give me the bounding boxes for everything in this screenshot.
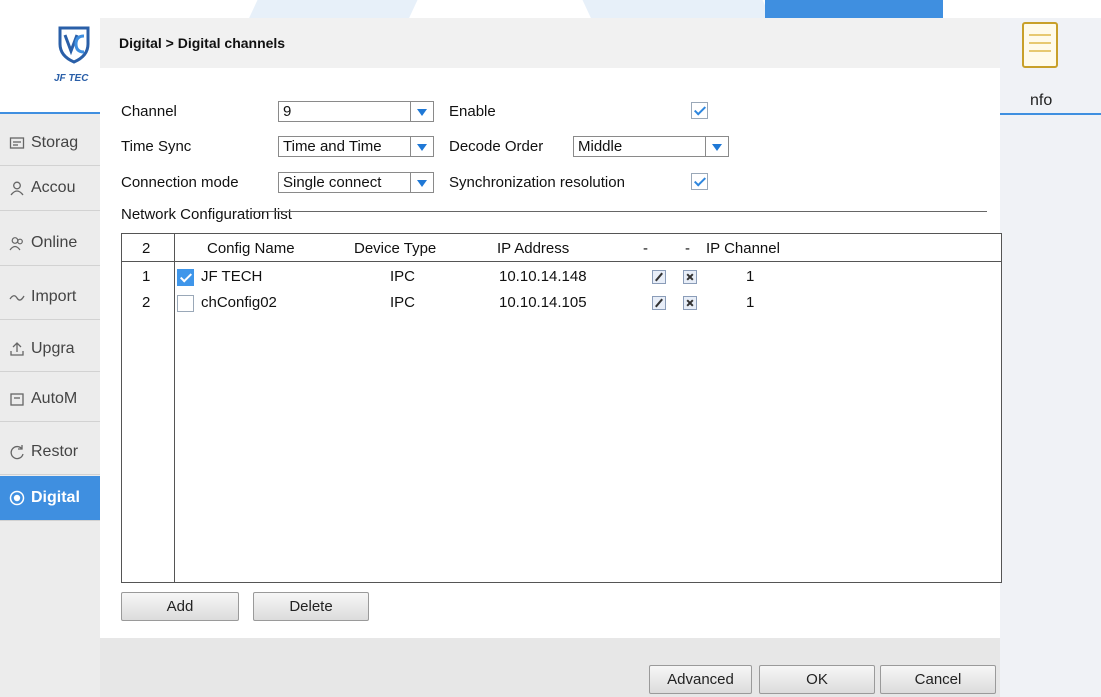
digital-icon — [9, 490, 25, 506]
time-sync-value: Time and Time — [283, 138, 382, 155]
row-device-type: IPC — [390, 268, 416, 285]
chevron-down-icon[interactable] — [410, 137, 433, 156]
sidebar-item-upgrade[interactable]: Upgra — [0, 327, 100, 372]
dialog-title-bar: Digital > Digital channels — [100, 18, 1000, 68]
row-checkbox[interactable] — [177, 269, 194, 286]
dialog-title: Digital > Digital channels — [119, 35, 286, 51]
channel-label: Channel — [121, 103, 177, 120]
enable-checkbox[interactable] — [691, 102, 708, 119]
right-panel-label: nfo — [1030, 92, 1053, 109]
row-config-name: JF TECH — [201, 268, 263, 285]
chevron-down-icon[interactable] — [410, 102, 433, 121]
time-sync-select[interactable]: Time and Time — [278, 136, 434, 157]
table-count-header: 2 — [142, 240, 151, 257]
sidebar-item-label: Online — [31, 234, 78, 251]
connection-mode-select[interactable]: Single connect — [278, 172, 434, 193]
info-document-icon[interactable] — [1022, 22, 1058, 68]
sidebar-item-automaintain[interactable]: AutoM — [0, 377, 100, 422]
sidebar-item-label: Upgra — [31, 340, 75, 357]
add-button[interactable]: Add — [121, 592, 239, 621]
sidebar: JF TEC Storag Accou Online Import Upgra … — [0, 0, 100, 697]
cancel-button[interactable]: Cancel — [880, 665, 996, 694]
sidebar-item-label: Import — [31, 288, 77, 305]
decode-order-label: Decode Order — [449, 138, 544, 155]
edit-icon[interactable] — [652, 270, 666, 284]
row-checkbox[interactable] — [177, 295, 194, 312]
delete-icon[interactable] — [683, 270, 697, 284]
connection-mode-value: Single connect — [283, 174, 382, 191]
sidebar-item-label: AutoM — [31, 390, 78, 407]
restore-icon — [10, 445, 24, 460]
edit-icon[interactable] — [652, 296, 666, 310]
row-ip-address: 10.10.14.105 — [499, 294, 587, 311]
ip-address-header[interactable]: IP Address — [497, 240, 569, 257]
row-ip-address: 10.10.14.148 — [499, 268, 587, 285]
ip-channel-header[interactable]: IP Channel — [706, 240, 780, 257]
sidebar-item-digital[interactable]: Digital — [0, 476, 100, 521]
sidebar-item-account[interactable]: Accou — [0, 166, 100, 211]
time-sync-label: Time Sync — [121, 138, 192, 155]
logo-text: JF TEC — [54, 73, 89, 84]
row-device-type: IPC — [390, 294, 416, 311]
device-type-header[interactable]: Device Type — [354, 240, 436, 257]
account-icon — [10, 181, 24, 196]
row-ip-channel: 1 — [746, 294, 755, 311]
channel-value: 9 — [283, 103, 292, 120]
upgrade-icon — [10, 342, 24, 356]
connection-mode-label: Connection mode — [121, 174, 239, 191]
network-config-list-label: Network Configuration list — [121, 206, 292, 223]
group-divider — [252, 211, 987, 212]
sidebar-item-label: Digital — [31, 489, 80, 506]
sidebar-item-label: Accou — [31, 179, 76, 196]
ok-button[interactable]: OK — [759, 665, 875, 694]
sync-resolution-label: Synchronization resolution — [449, 174, 625, 191]
advanced-button[interactable]: Advanced — [649, 665, 752, 694]
sidebar-item-restore[interactable]: Restor — [0, 430, 100, 475]
chevron-down-icon[interactable] — [705, 137, 728, 156]
online-user-icon — [9, 237, 23, 251]
chevron-down-icon[interactable] — [410, 173, 433, 192]
row-config-name: chConfig02 — [201, 294, 277, 311]
delete-column-header: - — [685, 240, 690, 257]
enable-label: Enable — [449, 103, 496, 120]
logo-shield-icon — [58, 26, 90, 64]
top-accent-bar — [765, 0, 943, 20]
right-panel-underline — [1000, 113, 1101, 115]
storage-icon — [9, 137, 25, 149]
sidebar-item-storage[interactable]: Storag — [0, 121, 100, 166]
delete-button[interactable]: Delete — [253, 592, 369, 621]
import-icon — [9, 295, 25, 301]
brand-logo: JF TEC — [0, 0, 100, 114]
row-ip-channel: 1 — [746, 268, 755, 285]
decode-order-select[interactable]: Middle — [573, 136, 729, 157]
config-name-header[interactable]: Config Name — [207, 240, 295, 257]
row-index: 2 — [142, 294, 151, 311]
row-index: 1 — [142, 268, 151, 285]
delete-icon[interactable] — [683, 296, 697, 310]
sidebar-item-label: Storag — [31, 134, 79, 151]
right-panel — [1000, 18, 1101, 697]
table-header-divider — [122, 261, 1001, 262]
sidebar-item-import[interactable]: Import — [0, 275, 100, 320]
network-config-table: 2 Config Name Device Type IP Address - -… — [121, 233, 1002, 583]
edit-column-header: - — [643, 240, 648, 257]
table-index-divider — [174, 234, 175, 582]
channel-select[interactable]: 9 — [278, 101, 434, 122]
auto-maintain-icon — [10, 393, 24, 406]
sidebar-item-label: Restor — [31, 443, 79, 460]
sync-resolution-checkbox[interactable] — [691, 173, 708, 190]
sidebar-item-online[interactable]: Online — [0, 221, 100, 266]
decode-order-value: Middle — [578, 138, 623, 155]
